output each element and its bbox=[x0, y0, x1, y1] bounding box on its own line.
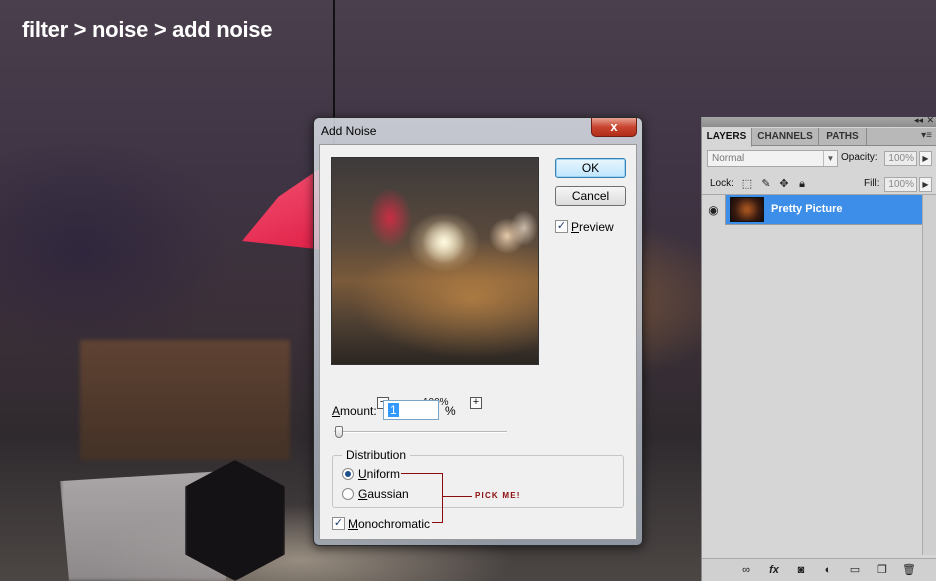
tab-channels[interactable]: CHANNELS bbox=[752, 128, 819, 146]
opacity-input[interactable]: 100% bbox=[884, 151, 917, 166]
ok-button[interactable]: OK bbox=[555, 158, 626, 178]
opacity-label: Opacity: bbox=[841, 152, 878, 163]
lock-image-icon[interactable]: ✎ bbox=[760, 178, 772, 190]
lock-label: Lock: bbox=[710, 178, 734, 189]
visibility-eye-icon[interactable]: ◉ bbox=[702, 195, 726, 225]
amount-slider-track[interactable] bbox=[334, 431, 507, 433]
close-button[interactable]: x bbox=[591, 118, 637, 137]
uniform-label: Uniform bbox=[358, 467, 401, 481]
annotation-line-vertical bbox=[442, 473, 443, 523]
amount-unit: % bbox=[445, 404, 456, 418]
adjustment-icon[interactable]: ◐ bbox=[821, 563, 835, 577]
preview-label: Preview bbox=[571, 220, 614, 234]
layers-panel: ◂◂ ✕ LAYERS CHANNELS PATHS ▾≡ Normal ▼ O… bbox=[701, 115, 936, 581]
monochromatic-label: Monochromatic bbox=[348, 517, 431, 531]
new-layer-icon[interactable]: ❐ bbox=[875, 563, 889, 577]
amount-label: Amount: bbox=[332, 404, 377, 418]
lock-transparent-icon[interactable]: ⬚ bbox=[741, 178, 753, 190]
lock-all-icon[interactable]: 🔒︎ bbox=[796, 178, 808, 190]
layer-row[interactable]: ◉ Pretty Picture bbox=[702, 195, 922, 225]
fill-input[interactable]: 100% bbox=[884, 177, 917, 192]
group-folder-icon[interactable]: ▭ bbox=[848, 563, 862, 577]
mask-icon[interactable]: ◙ bbox=[794, 563, 808, 577]
panel-close-icon[interactable]: ✕ bbox=[926, 115, 934, 126]
lock-position-icon[interactable]: ✥ bbox=[778, 178, 790, 190]
trash-icon[interactable]: 🗑︎ bbox=[902, 563, 916, 577]
dialog-title: Add Noise bbox=[321, 124, 377, 138]
uniform-radio[interactable] bbox=[342, 468, 354, 480]
tab-paths[interactable]: PATHS bbox=[819, 128, 867, 146]
panel-tabs: LAYERS CHANNELS PATHS bbox=[702, 128, 936, 147]
panel-title-bar[interactable]: ◂◂ ✕ bbox=[702, 115, 936, 127]
gaussian-label: Gaussian bbox=[358, 487, 409, 501]
amount-input[interactable]: 1 bbox=[383, 400, 439, 420]
annotation-line-top bbox=[401, 473, 443, 474]
monochromatic-checkbox[interactable]: ✓ bbox=[332, 517, 345, 530]
amount-value: 1 bbox=[388, 403, 399, 417]
panel-footer: ∞ fx ◙ ◐ ▭ ❐ 🗑︎ bbox=[702, 558, 936, 581]
cancel-button[interactable]: Cancel bbox=[555, 186, 626, 206]
blurred-shelf bbox=[80, 340, 290, 460]
fx-icon[interactable]: fx bbox=[767, 563, 781, 577]
blend-mode-value: Normal bbox=[712, 153, 745, 164]
link-layers-icon[interactable]: ∞ bbox=[739, 563, 753, 577]
fill-label: Fill: bbox=[864, 178, 880, 189]
fill-arrow-icon[interactable]: ▶ bbox=[919, 177, 932, 192]
pick-me-annotation: PICK ME! bbox=[475, 491, 521, 500]
tab-layers[interactable]: LAYERS bbox=[702, 128, 752, 147]
collapse-arrows-icon[interactable]: ◂◂ bbox=[914, 115, 923, 126]
panel-menu-icon[interactable]: ▾≡ bbox=[921, 130, 932, 141]
layer-name: Pretty Picture bbox=[771, 203, 843, 215]
layer-thumbnail bbox=[730, 197, 764, 222]
tutorial-headline: filter > noise > add noise bbox=[22, 17, 273, 42]
dialog-body: − 100% + OK Cancel ✓ Preview Amount: 1 %… bbox=[319, 144, 637, 540]
chevron-down-icon: ▼ bbox=[823, 151, 837, 166]
blend-mode-select[interactable]: Normal ▼ bbox=[707, 150, 838, 167]
annotation-line-bottom bbox=[432, 522, 443, 523]
distribution-title: Distribution bbox=[342, 448, 411, 462]
layers-scrollbar[interactable] bbox=[922, 195, 936, 555]
annotation-line-pointer bbox=[442, 496, 472, 497]
add-noise-dialog: Add Noise x − 100% + OK Cancel ✓ Preview… bbox=[313, 117, 643, 546]
zoom-in-button[interactable]: + bbox=[470, 397, 482, 409]
opacity-arrow-icon[interactable]: ▶ bbox=[919, 151, 932, 166]
amount-slider-thumb[interactable] bbox=[335, 426, 343, 438]
gaussian-radio[interactable] bbox=[342, 488, 354, 500]
preview-checkbox[interactable]: ✓ bbox=[555, 220, 568, 233]
filter-preview[interactable] bbox=[331, 157, 539, 365]
